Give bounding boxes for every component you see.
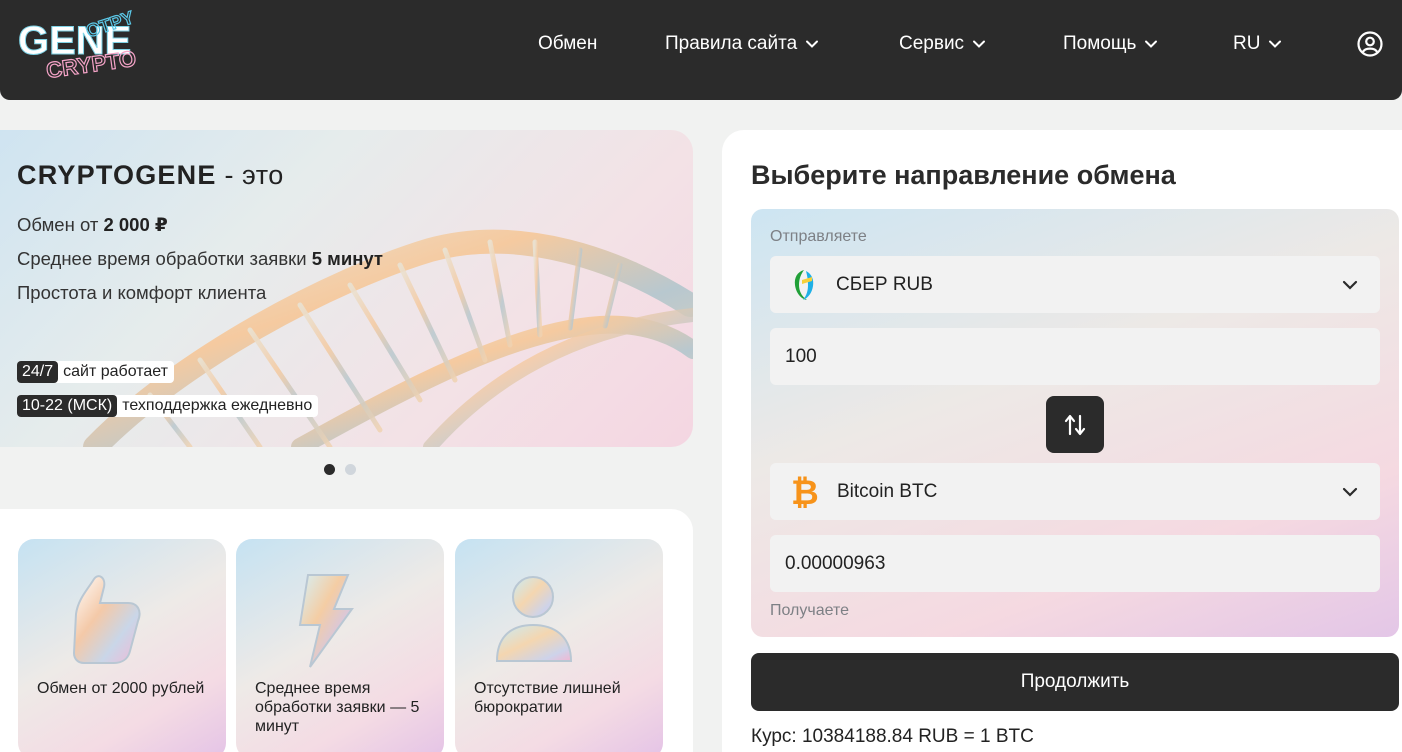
receive-currency-select[interactable]: ₿ Bitcoin BTC bbox=[770, 463, 1380, 520]
hero-badge-support: 10-22 (МСК) техподдержка ежедневно bbox=[17, 395, 319, 417]
hero-title-suffix: - это bbox=[216, 160, 284, 190]
svg-text:₿: ₿ bbox=[791, 475, 819, 509]
chevron-down-icon bbox=[1342, 487, 1358, 497]
user-icon bbox=[495, 576, 573, 662]
nav-rules-label: Правила сайта bbox=[665, 33, 798, 54]
hero-title: CRYPTOGENE - это bbox=[17, 160, 284, 191]
feature-card-processing-time: Среднее время обработки заявки — 5 минут bbox=[236, 539, 444, 752]
lightning-icon bbox=[298, 574, 354, 668]
hero-processing-time: Среднее время обработки заявки 5 минут bbox=[17, 248, 383, 270]
feature-card-min-amount: Обмен от 2000 рублей bbox=[18, 539, 226, 752]
nav-rules[interactable]: Правила сайта bbox=[665, 32, 819, 56]
hero-processing-time-value: 5 минут bbox=[311, 248, 383, 269]
logo[interactable]: GENE CRYPTO OTPY bbox=[16, 6, 146, 84]
hero-min-amount: Обмен от 2 000 ₽ bbox=[17, 214, 168, 236]
nav-language[interactable]: RU bbox=[1233, 32, 1282, 56]
hero-badge-uptime-dark: 24/7 bbox=[17, 361, 59, 383]
feature-card-bureaucracy: Отсутствие лишней бюрократии bbox=[455, 539, 663, 752]
carousel-dots bbox=[324, 464, 356, 475]
hero-badge-support-text: техподдержка ежедневно bbox=[122, 397, 313, 414]
hero-banner: CRYPTOGENE - это Обмен от 2 000 ₽ Средне… bbox=[0, 130, 693, 447]
nav-service[interactable]: Сервис bbox=[899, 32, 986, 56]
swap-direction-button[interactable] bbox=[1046, 396, 1104, 453]
exchange-title: Выберите направление обмена bbox=[751, 160, 1176, 190]
receive-amount-input[interactable]: 0.00000963 bbox=[770, 535, 1380, 592]
send-amount-value: 100 bbox=[785, 345, 817, 367]
hero-min-amount-text: Обмен от bbox=[17, 214, 104, 235]
nav-exchange[interactable]: Обмен bbox=[538, 32, 597, 56]
receive-label: Получаете bbox=[770, 602, 850, 619]
nav-exchange-label: Обмен bbox=[538, 33, 598, 54]
logo-graphic: GENE CRYPTO OTPY bbox=[18, 7, 139, 84]
carousel-dot-1[interactable] bbox=[324, 464, 335, 475]
hero-badge-uptime: 24/7 сайт работает bbox=[17, 361, 174, 383]
send-amount-input[interactable]: 100 bbox=[770, 328, 1380, 385]
thumbs-up-icon bbox=[72, 575, 141, 664]
hero-badge-uptime-text: сайт работает bbox=[63, 363, 168, 380]
send-currency-label: СБЕР RUB bbox=[836, 273, 933, 295]
hero-min-amount-value: 2 000 ₽ bbox=[103, 214, 168, 235]
exchange-rate: Курс: 10384188.84 RUB = 1 BTC bbox=[751, 726, 1034, 747]
sber-logo-icon bbox=[794, 269, 814, 300]
header: GENE CRYPTO OTPY Обмен Правила сайта Сер… bbox=[0, 0, 1402, 100]
chevron-down-icon bbox=[1342, 280, 1358, 290]
chevron-down-icon bbox=[1269, 40, 1282, 48]
receive-amount-value: 0.00000963 bbox=[785, 552, 886, 574]
feature-card-text: Обмен от 2000 рублей bbox=[37, 680, 205, 697]
send-currency-select[interactable]: СБЕР RUB bbox=[770, 256, 1380, 313]
receive-currency-label: Bitcoin BTC bbox=[837, 480, 938, 502]
carousel-dot-2[interactable] bbox=[345, 464, 356, 475]
chevron-down-icon bbox=[973, 40, 986, 48]
nav-language-label: RU bbox=[1233, 33, 1261, 54]
nav-help[interactable]: Помощь bbox=[1063, 32, 1158, 56]
bitcoin-icon: ₿ bbox=[791, 475, 819, 509]
hero-comfort: Простота и комфорт клиента bbox=[17, 282, 267, 303]
nav-help-label: Помощь bbox=[1063, 33, 1137, 54]
continue-button[interactable]: Продолжить bbox=[751, 653, 1399, 711]
hero-processing-time-text: Среднее время обработки заявки bbox=[17, 248, 312, 269]
swap-arrows-icon bbox=[1064, 414, 1086, 435]
feature-card-text: Среднее время обработки заявки — 5 минут bbox=[255, 680, 420, 735]
chevron-down-icon bbox=[806, 40, 819, 48]
hero-title-brand: CRYPTOGENE bbox=[17, 160, 217, 190]
user-circle-icon[interactable] bbox=[1357, 31, 1383, 57]
nav-service-label: Сервис bbox=[899, 33, 965, 54]
feature-card-text: Отсутствие лишней бюрократии bbox=[474, 680, 621, 716]
hero-badge-support-dark: 10-22 (МСК) bbox=[17, 395, 118, 417]
chevron-down-icon bbox=[1145, 40, 1158, 48]
send-label: Отправляете bbox=[770, 228, 867, 245]
